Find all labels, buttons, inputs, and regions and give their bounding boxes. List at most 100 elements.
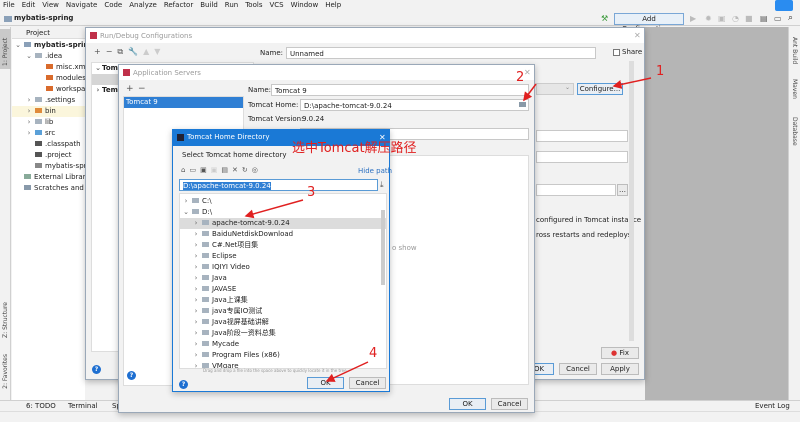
chevron-down-icon[interactable]: ⌄ [182, 207, 190, 218]
jre-select[interactable] [536, 184, 616, 196]
url-field[interactable] [536, 130, 628, 142]
add-configuration-button[interactable]: Add Configuration... [614, 13, 684, 33]
chevron-right-icon[interactable]: › [192, 273, 200, 284]
menu-tools[interactable]: Tools [245, 2, 262, 9]
project-tree-item[interactable]: External Libraries [12, 172, 96, 183]
menu-navigate[interactable]: Navigate [66, 2, 97, 9]
chevron-right-icon[interactable]: › [192, 284, 200, 295]
maven-tab[interactable]: Maven [791, 79, 798, 99]
directory-tree-item[interactable]: › apache-tomcat-9.0.24 [180, 218, 386, 229]
directory-tree-item[interactable]: › java专属IO测试 [180, 306, 386, 317]
todo-tab[interactable]: 6: TODO [26, 403, 56, 410]
chevron-right-icon[interactable]: › [25, 106, 33, 117]
vm-options-field[interactable] [536, 151, 628, 163]
chevron-right-icon[interactable]: › [182, 196, 190, 207]
project-tree-item[interactable]: › bin [12, 106, 85, 117]
directory-tree-item[interactable]: › Eclipse [180, 251, 386, 262]
coverage-icon[interactable]: ▣ [718, 14, 726, 23]
hide-path-link[interactable]: Hide path [358, 168, 392, 175]
directory-tree-item[interactable]: › Mycade [180, 339, 386, 350]
settings-scrollbar[interactable] [629, 61, 634, 341]
menu-file[interactable]: File [3, 2, 15, 9]
help-icon[interactable]: ? [179, 380, 188, 389]
project-tree-item[interactable]: ⌄ .idea [12, 51, 85, 62]
refresh-icon[interactable]: ↻ [242, 166, 252, 174]
folder-browse-icon[interactable] [519, 102, 526, 107]
directory-tree-item[interactable]: › JAVASE [180, 284, 386, 295]
cancel-button[interactable]: Cancel [559, 363, 597, 375]
run-icon[interactable]: ▶ [690, 14, 696, 23]
project-tree-item[interactable]: modules.xml [12, 73, 101, 84]
menu-analyze[interactable]: Analyze [129, 2, 157, 9]
delete-icon[interactable]: ✕ [232, 166, 242, 174]
chevron-right-icon[interactable]: › [192, 361, 200, 368]
directory-tree-item[interactable]: › BaiduNetdiskDownload [180, 229, 386, 240]
search-icon[interactable]: ⌕ [788, 13, 793, 23]
remove-server-icon[interactable]: − [138, 84, 146, 94]
chevron-right-icon[interactable]: › [25, 95, 33, 106]
new-folder-icon[interactable]: ▤ [221, 166, 232, 174]
menu-window[interactable]: Window [291, 2, 319, 9]
directory-tree-item[interactable]: › Java上课集 [180, 295, 386, 306]
project-tree-item[interactable]: workspace.xml [12, 84, 109, 95]
project-tree-item[interactable]: .project [12, 150, 85, 161]
tree-scrollbar[interactable] [381, 210, 385, 285]
chevron-right-icon[interactable]: › [192, 218, 200, 229]
chevron-right-icon[interactable]: › [192, 262, 200, 273]
baidu-cloud-icon[interactable] [775, 0, 793, 11]
chevron-right-icon[interactable]: › [192, 240, 200, 251]
copy-icon[interactable]: ⧉ [117, 47, 128, 56]
chevron-down-icon[interactable]: ⌄ [25, 51, 33, 62]
directory-tree-item[interactable]: ⌄ D:\ [180, 207, 386, 218]
menu-edit[interactable]: Edit [22, 2, 36, 9]
structure-tool-tab[interactable]: Z: Structure [2, 302, 9, 338]
menu-view[interactable]: View [42, 2, 59, 9]
menu-code[interactable]: Code [104, 2, 122, 9]
chevron-right-icon[interactable]: › [192, 339, 200, 350]
path-field[interactable]: D:\apache-tomcat-9.0.24 [179, 179, 378, 191]
project-tree-item[interactable]: Scratches and Consoles [12, 183, 118, 194]
help-icon[interactable]: ? [127, 371, 136, 380]
chevron-right-icon[interactable]: › [25, 117, 33, 128]
ant-build-tab[interactable]: Ant Build [791, 37, 798, 64]
name-field[interactable]: Unnamed [286, 47, 596, 59]
move-down-icon[interactable]: ▼ [154, 47, 165, 56]
favorites-tool-tab[interactable]: 2: Favorites [2, 354, 9, 389]
terminal-tab[interactable]: Terminal [68, 403, 98, 410]
close-icon[interactable]: ✕ [634, 31, 641, 40]
menu-vcs[interactable]: VCS [269, 2, 283, 9]
project-tree-item[interactable]: mybatis-spring.iml [12, 161, 110, 172]
profile-icon[interactable]: ◔ [732, 14, 739, 23]
directory-tree-item[interactable]: › Program Files (x86) [180, 350, 386, 361]
desktop-icon[interactable]: ▭ [189, 166, 200, 174]
share-checkbox[interactable] [613, 49, 620, 56]
menu-build[interactable]: Build [200, 2, 218, 9]
project-tree-item[interactable]: › lib [12, 117, 85, 128]
chevron-right-icon[interactable]: › [192, 229, 200, 240]
download-icon[interactable]: ⤓ [380, 180, 384, 190]
menu-help[interactable]: Help [325, 2, 341, 9]
jre-browse-button[interactable]: … [617, 184, 628, 196]
event-log-tab[interactable]: Event Log [755, 403, 790, 410]
project-tree-item[interactable]: › .settings [12, 95, 85, 106]
database-tab[interactable]: Database [791, 117, 798, 146]
build-hammer-icon[interactable]: ⚒ [601, 14, 608, 23]
chevron-right-icon[interactable]: › [192, 317, 200, 328]
module-folder-icon[interactable]: ▣ [211, 166, 222, 174]
configure-button[interactable]: Configure... [577, 83, 623, 95]
add-icon[interactable]: + [94, 47, 106, 56]
tomcat-home-field[interactable]: D:\apache-tomcat-9.0.24 [300, 99, 529, 111]
ok-button[interactable]: OK [307, 377, 344, 389]
chevron-right-icon[interactable]: › [192, 295, 200, 306]
show-hidden-icon[interactable]: ◎ [252, 166, 262, 174]
server-select[interactable]: ⌄ [536, 83, 574, 95]
directory-tree-item[interactable]: › C#.Net项目集 [180, 240, 386, 251]
fix-button[interactable]: ● Fix [601, 347, 639, 359]
move-up-icon[interactable]: ▲ [143, 47, 154, 56]
project-tree-item[interactable]: .classpath [12, 139, 85, 150]
add-server-icon[interactable]: + [126, 84, 134, 94]
menu-refactor[interactable]: Refactor [164, 2, 193, 9]
project-breadcrumb[interactable]: mybatis-spring [14, 15, 73, 22]
project-view-selector[interactable]: Project [26, 30, 50, 37]
stop-icon[interactable]: ■ [745, 14, 753, 23]
